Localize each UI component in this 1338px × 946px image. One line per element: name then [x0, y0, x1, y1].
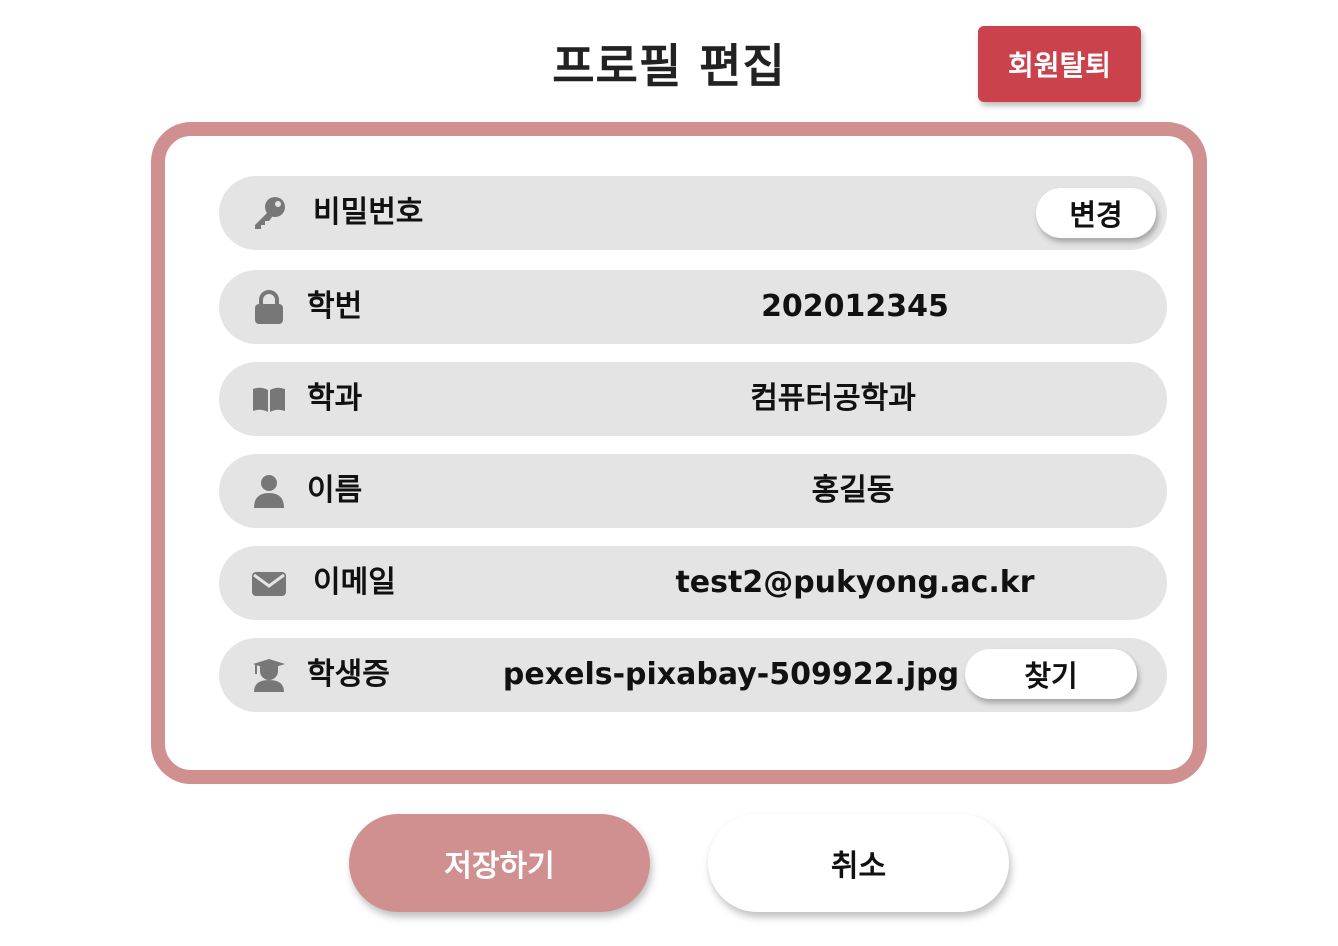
change-password-button[interactable]: 변경 — [1036, 188, 1156, 238]
student-id-label: 학번 — [307, 289, 363, 324]
envelope-icon — [251, 565, 287, 601]
graduate-icon — [251, 657, 287, 693]
student-id-value: 202012345 — [761, 289, 949, 324]
name-value: 홍길동 — [811, 473, 895, 508]
student-card-row: 학생증 pexels-pixabay-509922.jpg 찾기 — [219, 638, 1167, 712]
password-label: 비밀번호 — [313, 195, 424, 230]
student-id-row: 학번 202012345 — [219, 270, 1167, 344]
find-file-button[interactable]: 찾기 — [965, 649, 1137, 699]
user-icon — [251, 473, 287, 509]
book-icon — [251, 381, 287, 417]
key-icon — [251, 195, 287, 231]
name-label: 이름 — [307, 473, 363, 508]
email-row: 이메일 test2@pukyong.ac.kr — [219, 546, 1167, 620]
password-row: 비밀번호 변경 — [219, 176, 1167, 250]
name-row: 이름 홍길동 — [219, 454, 1167, 528]
withdraw-button[interactable]: 회원탈퇴 — [978, 26, 1141, 102]
department-label: 학과 — [307, 381, 363, 416]
student-card-label: 학생증 — [307, 657, 390, 692]
profile-card: 비밀번호 변경 학번 202012345 학과 컴퓨터공학과 이름 홍길동 이메… — [151, 122, 1207, 784]
email-value: test2@pukyong.ac.kr — [675, 565, 1035, 600]
lock-icon — [251, 289, 287, 325]
save-button[interactable]: 저장하기 — [349, 814, 650, 912]
department-row: 학과 컴퓨터공학과 — [219, 362, 1167, 436]
student-card-filename: pexels-pixabay-509922.jpg — [502, 657, 960, 692]
department-value: 컴퓨터공학과 — [750, 381, 916, 416]
email-label: 이메일 — [313, 565, 396, 600]
cancel-button[interactable]: 취소 — [708, 814, 1009, 912]
